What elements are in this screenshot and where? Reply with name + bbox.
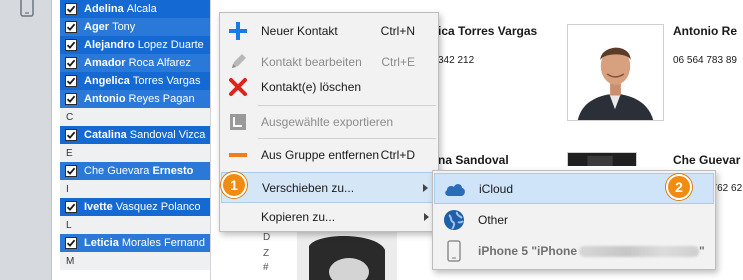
- card-phone: 342 212: [438, 55, 475, 66]
- globe-icon: [442, 208, 466, 232]
- menu-label: Kopieren zu...: [261, 209, 336, 224]
- contact-last-name: Morales Fernand: [121, 237, 206, 249]
- contact-row[interactable]: Adelina Alcala: [60, 0, 210, 18]
- chevron-right-icon: [424, 212, 429, 221]
- menu-label: Aus Gruppe entfernen: [261, 147, 380, 162]
- menu-new-contact[interactable]: Neuer Kontakt Ctrl+N: [221, 15, 437, 46]
- contact-last-name: Lopez Duarte: [137, 39, 204, 51]
- menu-remove-from-group[interactable]: Aus Gruppe entfernen Ctrl+D: [221, 139, 437, 170]
- export-icon: [227, 111, 249, 133]
- chevron-right-icon: [423, 183, 428, 192]
- contact-first-name: Ivette: [84, 201, 113, 213]
- contact-last-name: Sandoval Vizca: [129, 129, 206, 141]
- contact-row[interactable]: Ivette Vasquez Polanco: [60, 198, 210, 216]
- device-name: iPhone 5 "iPhone: [478, 243, 578, 258]
- menu-shortcut: Ctrl+N: [380, 23, 415, 38]
- group-letter-header: M: [60, 252, 210, 270]
- alphabet-letter[interactable]: D: [263, 232, 270, 243]
- menu-label: Verschieben zu...: [262, 180, 355, 195]
- contact-checkbox[interactable]: [65, 129, 77, 141]
- contact-first-name: Angelica: [84, 75, 130, 87]
- step-badge-1: 1: [221, 172, 247, 198]
- menu-shortcut: Ctrl+E: [381, 54, 415, 69]
- contact-first-name: Antonio: [84, 93, 126, 105]
- menu-shortcut: Ctrl+D: [380, 147, 415, 162]
- menu-label: Kontakt bearbeiten: [261, 54, 362, 69]
- contact-row[interactable]: Alejandro Lopez Duarte: [60, 36, 210, 54]
- menu-export-selected[interactable]: Ausgewählte exportieren: [221, 106, 437, 137]
- step-badge-2: 2: [666, 174, 692, 200]
- contact-photo[interactable]: [567, 24, 664, 121]
- contact-row[interactable]: Catalina Sandoval Vizca: [60, 126, 210, 144]
- redacted-device-name: [579, 245, 700, 257]
- card-phone: 06 564 783 89: [673, 55, 737, 66]
- contact-first-name: Alejandro: [84, 39, 135, 51]
- submenu-label: iPhone 5 "iPhone ": [478, 244, 705, 258]
- group-letter-header: C: [60, 108, 210, 126]
- contact-list[interactable]: Adelina Alcala Ager Tony Alejandro Lopez Duar…: [60, 0, 211, 280]
- card-name[interactable]: ica Torres Vargas: [438, 24, 537, 38]
- contact-checkbox[interactable]: [65, 93, 77, 105]
- contact-last-name: Tony: [112, 21, 136, 33]
- contact-first-name: Catalina: [84, 129, 127, 141]
- contact-photo[interactable]: [297, 226, 397, 280]
- group-letter-header: I: [60, 180, 210, 198]
- contact-row[interactable]: Leticia Morales Fernand: [60, 234, 210, 252]
- contact-checkbox[interactable]: [65, 57, 77, 69]
- contact-last-name: Alcala: [126, 3, 157, 15]
- contact-checkbox[interactable]: [65, 201, 77, 213]
- plus-icon: [227, 20, 249, 42]
- cloud-icon: [443, 177, 467, 201]
- contact-row[interactable]: Antonio Reyes Pagan: [60, 90, 210, 108]
- contact-first-name: Amador: [84, 57, 126, 69]
- submenu-label: iCloud: [479, 181, 514, 196]
- contact-checkbox[interactable]: [65, 3, 77, 15]
- contact-last-name: Ernesto: [152, 165, 194, 177]
- menu-move-to[interactable]: Verschieben zu...: [221, 172, 437, 203]
- context-menu: Neuer Kontakt Ctrl+N Kontakt bearbeiten …: [219, 12, 439, 232]
- contact-row[interactable]: Che Guevara Ernesto: [60, 162, 210, 180]
- phone-icon[interactable]: [18, 0, 36, 20]
- group-letter-header: L: [60, 216, 210, 234]
- contact-first-name: Ager: [84, 21, 110, 33]
- contact-first-name: Adelina: [84, 3, 124, 15]
- contact-first-name: Che Guevara: [84, 165, 150, 177]
- contact-checkbox[interactable]: [65, 237, 77, 249]
- contact-row[interactable]: Angelica Torres Vargas: [60, 72, 210, 90]
- contact-checkbox[interactable]: [65, 39, 77, 51]
- contact-photo[interactable]: [567, 152, 637, 166]
- contact-last-name: Vasquez Polanco: [115, 201, 201, 213]
- contact-row[interactable]: Ager Tony: [60, 18, 210, 36]
- menu-label: Neuer Kontakt: [261, 23, 338, 38]
- menu-delete-contact[interactable]: Kontakt(e) löschen: [221, 71, 437, 102]
- device-strip: [0, 0, 52, 280]
- contact-last-name: Torres Vargas: [132, 75, 201, 87]
- group-letter-header: E: [60, 144, 210, 162]
- card-name[interactable]: Antonio Re: [673, 24, 737, 38]
- menu-label: Ausgewählte exportieren: [261, 114, 394, 129]
- card-name[interactable]: Che Guevar: [673, 153, 740, 167]
- submenu-iphone[interactable]: iPhone 5 "iPhone ": [434, 235, 714, 266]
- iphone-icon: [442, 239, 466, 263]
- contact-last-name: Roca Alfarez: [128, 57, 191, 69]
- contact-checkbox[interactable]: [65, 75, 77, 87]
- contact-checkbox[interactable]: [65, 165, 77, 177]
- submenu-other[interactable]: Other: [434, 204, 714, 235]
- contact-row[interactable]: Amador Roca Alfarez: [60, 54, 210, 72]
- alphabet-letter[interactable]: #: [263, 262, 269, 273]
- menu-copy-to[interactable]: Kopieren zu...: [221, 201, 437, 232]
- contact-checkbox[interactable]: [65, 21, 77, 33]
- contact-last-name: Reyes Pagan: [128, 93, 195, 105]
- pencil-icon: [227, 51, 249, 73]
- submenu-label: Other: [478, 212, 509, 227]
- alphabet-letter[interactable]: Z: [263, 248, 269, 259]
- x-icon: [227, 76, 249, 98]
- contact-first-name: Leticia: [84, 237, 119, 249]
- minus-icon: [227, 144, 249, 166]
- card-name[interactable]: na Sandoval: [438, 153, 509, 167]
- device-name-suffix: ": [699, 243, 705, 258]
- menu-label: Kontakt(e) löschen: [261, 79, 362, 94]
